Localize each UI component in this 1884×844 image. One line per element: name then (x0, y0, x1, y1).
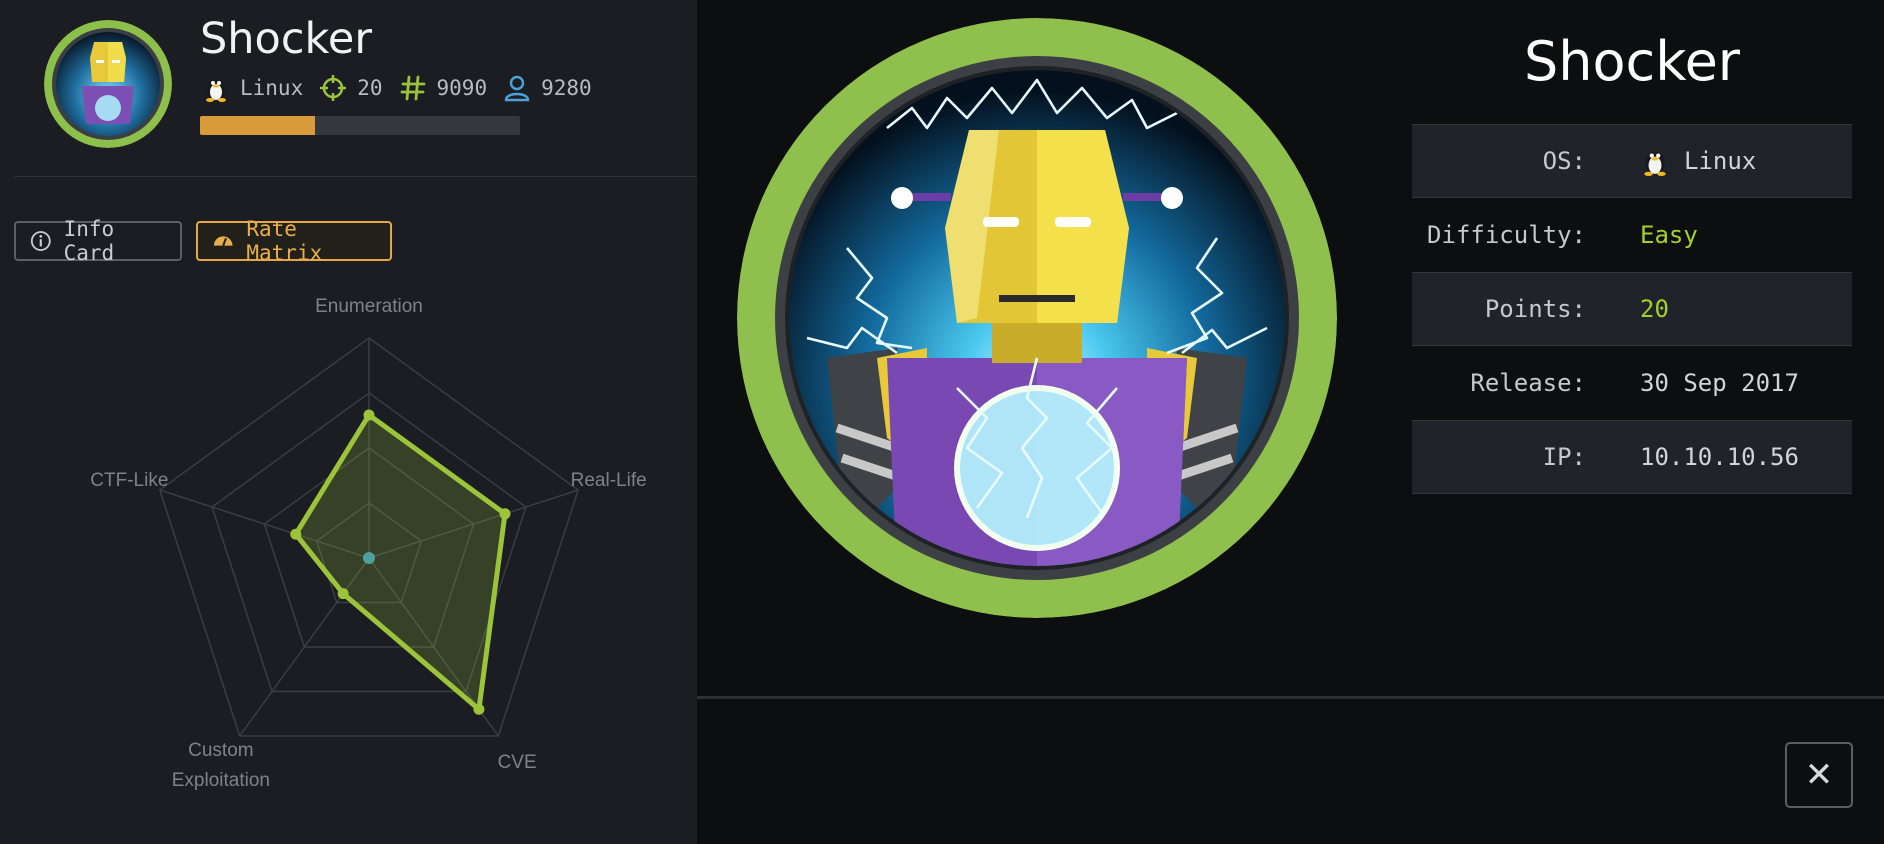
machine-summary-panel: Shocker Linux 20 9090 9280 Info Card Rat… (0, 0, 697, 844)
info-card-title: Shocker (1524, 30, 1740, 93)
info-card-label: Info Card (63, 217, 115, 265)
user-owns-value: 9090 (436, 76, 488, 100)
machine-stats: Linux 20 9090 9280 (202, 72, 608, 104)
detail-row-difficulty: Difficulty: Easy (1412, 198, 1852, 272)
machine-details-table: OS: Linux Difficulty: Easy Points: 20 Re… (1412, 124, 1852, 494)
detail-key: OS: (1542, 147, 1586, 175)
radar-data-point (499, 508, 511, 520)
rate-matrix-label: Rate Matrix (246, 217, 323, 265)
os-label: Linux (240, 76, 304, 100)
close-button[interactable]: ✕ (1785, 742, 1853, 808)
header-divider (14, 176, 697, 177)
detail-row-points: Points: 20 (1412, 272, 1852, 346)
radar-series-area (293, 412, 508, 712)
detail-key: Release: (1470, 369, 1586, 397)
detail-value: Linux (1616, 146, 1756, 176)
root-owns-value: 9280 (541, 76, 592, 100)
radar-center-dot (363, 552, 375, 564)
radar-axis-label: Enumeration (315, 296, 423, 317)
footer-divider (697, 696, 1884, 699)
hash-icon (400, 75, 425, 101)
detail-key: Difficulty: (1427, 221, 1586, 249)
info-card-button[interactable]: Info Card (14, 217, 182, 265)
ip-value: 10.10.10.56 (1640, 443, 1799, 471)
radar-data-point (290, 528, 302, 540)
machine-title: Shocker (200, 14, 372, 64)
tux-icon (1644, 151, 1666, 176)
crosshair-icon (320, 75, 347, 101)
completion-progress-bar (200, 116, 520, 135)
detail-key: Points: (1484, 295, 1586, 323)
radar-data-point (473, 703, 485, 715)
detail-key: IP: (1542, 443, 1586, 471)
tux-icon (206, 79, 226, 102)
user-icon (504, 75, 530, 102)
radar-data-point (337, 588, 349, 600)
radar-data-point (363, 409, 375, 421)
rate-matrix-radar-chart: Enumeration Real-Life CVE Custom Exploitatio… (90, 296, 647, 791)
radar-axis-label: Real-Life (571, 470, 647, 491)
completion-progress-fill (200, 116, 316, 135)
gauge-icon (213, 236, 233, 247)
machine-logo-large (737, 18, 1337, 618)
detail-row-release: Release: 30 Sep 2017 (1412, 346, 1852, 420)
os-value: Linux (1684, 147, 1757, 175)
points-detail-value: 20 (1640, 295, 1669, 323)
detail-row-os: OS: Linux (1412, 124, 1852, 198)
points-value: 20 (357, 76, 383, 100)
machine-avatar (44, 20, 172, 148)
info-icon (30, 231, 51, 251)
rate-matrix-button[interactable]: Rate Matrix (196, 217, 392, 265)
radar-axis-label: CVE (498, 752, 537, 773)
detail-row-ip: IP: 10.10.10.56 (1412, 420, 1852, 494)
radar-axis-label: Custom Exploitation (172, 740, 270, 791)
release-value: 30 Sep 2017 (1640, 369, 1799, 397)
radar-axis-label: CTF-Like (90, 470, 168, 491)
difficulty-value: Easy (1640, 221, 1698, 249)
